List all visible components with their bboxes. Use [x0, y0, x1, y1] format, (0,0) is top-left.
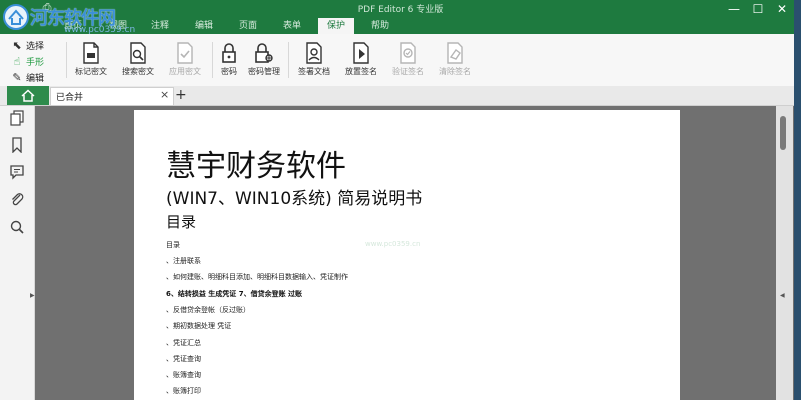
- tool-hand[interactable]: ☝ 手形: [10, 54, 44, 69]
- document-tab-label: 已合并: [56, 93, 84, 103]
- sidebar-expand-icon[interactable]: ▶: [30, 292, 35, 299]
- tool-label: 选择: [26, 42, 45, 52]
- tab-form[interactable]: 表单: [274, 18, 310, 34]
- search-redaction-icon: [130, 42, 146, 64]
- cursor-icon: ⬉: [12, 39, 22, 52]
- edit-icon: ✎: [12, 71, 22, 84]
- page-subtitle: (WIN7、WIN10系统) 简易说明书: [166, 189, 423, 209]
- toc-item: 、凭证汇总: [166, 339, 201, 347]
- toc-item: 、如何建账、明细科目添加、明细科目数据输入、凭证制作: [166, 273, 348, 281]
- pages-icon[interactable]: [9, 110, 25, 126]
- mark-redaction-icon: [83, 42, 99, 64]
- tool-label: 编辑: [26, 74, 45, 84]
- scrollbar-thumb[interactable]: [780, 116, 786, 150]
- toc-item: 、账簿查询: [166, 371, 201, 379]
- tool-select[interactable]: ⬉ 选择: [10, 38, 44, 53]
- verify-signature-icon: [400, 42, 416, 64]
- toc-item: 目录: [166, 241, 180, 249]
- page-watermark: www.pc0359.cn: [365, 240, 421, 248]
- sign-document-icon: [306, 42, 322, 64]
- clear-signature-button[interactable]: 清除签名: [426, 40, 484, 80]
- bookmark-icon[interactable]: [9, 137, 25, 153]
- desktop-edge: [794, 0, 801, 400]
- toc-item: 、账簿打印: [166, 387, 201, 395]
- search-icon[interactable]: [9, 219, 25, 235]
- watermark-logo: [3, 4, 29, 30]
- toc-item: 6、结转损益 生成凭证 7、借贷余登账 过账: [166, 290, 303, 298]
- toc-item: 、注册联系: [166, 257, 201, 265]
- close-tab-icon[interactable]: ×: [160, 88, 169, 101]
- apply-redaction-icon: [177, 42, 193, 64]
- tool-edit[interactable]: ✎ 编辑: [10, 70, 44, 85]
- vertical-scrollbar[interactable]: [776, 106, 793, 400]
- close-button[interactable]: ✕: [770, 0, 794, 18]
- tab-help[interactable]: 帮助: [362, 18, 398, 34]
- tab-comment[interactable]: 注释: [142, 18, 178, 34]
- page-title: 慧宇财务软件: [166, 149, 346, 184]
- tab-edit[interactable]: 编辑: [186, 18, 222, 34]
- clear-signature-icon: [447, 42, 463, 64]
- password-manager-icon: [255, 43, 273, 63]
- minimize-button[interactable]: —: [722, 0, 746, 18]
- attachment-icon[interactable]: [9, 191, 25, 207]
- right-panel-expand-icon[interactable]: ◀: [780, 292, 785, 299]
- place-signature-icon: [353, 42, 369, 64]
- new-tab-button[interactable]: +: [175, 87, 187, 103]
- hand-icon: ☝: [13, 55, 21, 68]
- comment-icon[interactable]: [9, 164, 25, 180]
- toc-item: 、凭证查询: [166, 355, 201, 363]
- toc-item: 、反借贷余登帐（反过账）: [166, 306, 250, 314]
- tool-label: 手形: [26, 58, 45, 68]
- tab-protect[interactable]: 保护: [318, 18, 354, 34]
- home-icon: [21, 89, 35, 102]
- toc-heading: 目录: [166, 213, 197, 231]
- home-tab[interactable]: [7, 86, 49, 105]
- toc-item: 、期初数据处理 凭证: [166, 322, 232, 330]
- app-title: PDF Editor 6 专业版: [357, 5, 444, 15]
- maximize-button[interactable]: ☐: [746, 0, 770, 18]
- tab-page[interactable]: 页面: [230, 18, 266, 34]
